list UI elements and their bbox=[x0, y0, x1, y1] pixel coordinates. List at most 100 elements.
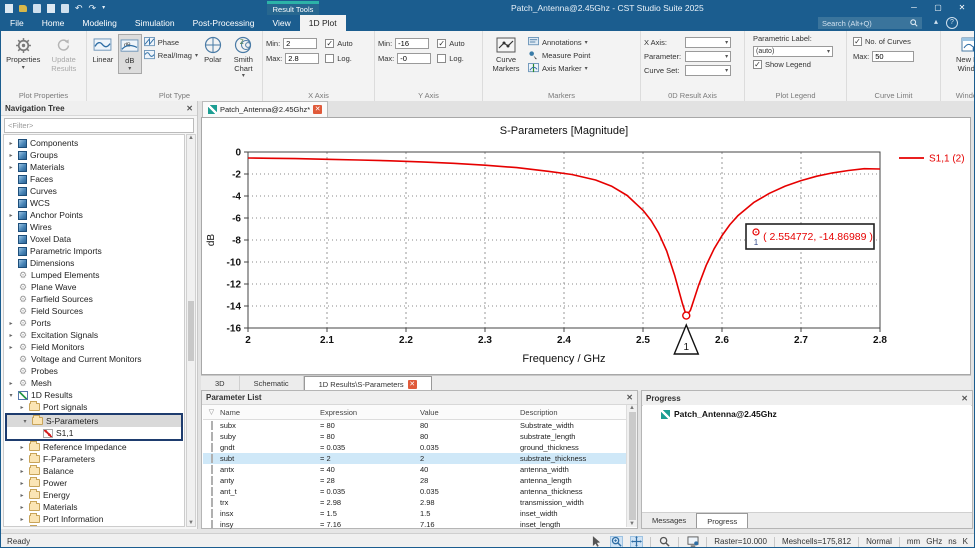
zoom-tool-icon[interactable] bbox=[658, 536, 671, 548]
tree-item-lumped-elements[interactable]: ⚙ Lumped Elements bbox=[4, 269, 184, 281]
export-icon[interactable] bbox=[61, 3, 69, 13]
view-tab-3d[interactable]: 3D bbox=[201, 376, 240, 391]
tree-item-curves[interactable]: Curves bbox=[4, 185, 184, 197]
parameter-row-ant-t[interactable]: ant_t = 0.035 0.035 antenna_thickness bbox=[203, 486, 636, 497]
tree-item-probes[interactable]: ⚙ Probes bbox=[4, 365, 184, 377]
tab-patch-antenna[interactable]: Patch_Antenna@2.45Ghz* ✕ bbox=[202, 101, 329, 117]
open-file-icon[interactable] bbox=[19, 4, 27, 12]
undo-icon[interactable]: ↶ bbox=[75, 3, 83, 13]
update-results-button[interactable]: Update Results bbox=[45, 34, 84, 73]
smith-chart-button[interactable]: Z Smith Chart ▾ bbox=[228, 34, 259, 80]
progress-tab-progress[interactable]: Progress bbox=[696, 513, 749, 528]
menu-tab-home[interactable]: Home bbox=[33, 15, 74, 31]
search-input[interactable]: Search (Alt+Q) bbox=[818, 17, 922, 29]
qat-more-icon[interactable]: ▾ bbox=[102, 3, 105, 13]
x-max-input[interactable] bbox=[285, 53, 320, 64]
menu-tab-modeling[interactable]: Modeling bbox=[73, 15, 126, 31]
show-legend-checkbox[interactable]: ✓ Show Legend bbox=[753, 60, 811, 69]
tree-item-balance[interactable]: ▸ Balance bbox=[4, 465, 184, 477]
pan-tool-icon[interactable] bbox=[630, 535, 644, 547]
parameter-row-insy[interactable]: insy = 7.16 7.16 inset_length bbox=[203, 519, 636, 530]
parametric-label-select[interactable]: (auto) ▾ bbox=[753, 46, 833, 57]
tree-item-power[interactable]: ▸ Power bbox=[4, 477, 184, 489]
menu-tab-post-processing[interactable]: Post-Processing bbox=[184, 15, 264, 31]
column-header-expression[interactable]: Expression bbox=[317, 408, 417, 417]
view-tab-schematic[interactable]: Schematic bbox=[240, 376, 304, 391]
tree-item-mesh[interactable]: ▸ ⚙ Mesh bbox=[4, 377, 184, 389]
0d-curve-set-select[interactable]: ▾ bbox=[685, 65, 732, 76]
x-auto-checkbox[interactable]: ✓ Auto bbox=[325, 39, 353, 48]
curve-markers-button[interactable]: Curve Markers bbox=[486, 34, 526, 73]
column-header-value[interactable]: Value bbox=[417, 408, 517, 417]
parameter-row-anty[interactable]: anty = 28 28 antenna_length bbox=[203, 475, 636, 486]
0d-x-axis-select[interactable]: ▾ bbox=[685, 37, 732, 48]
tree-item-energy[interactable]: ▸ Energy bbox=[4, 489, 184, 501]
parameter-row-trx[interactable]: trx = 2.98 2.98 transmission_width bbox=[203, 497, 636, 508]
close-tab-icon[interactable]: ✕ bbox=[407, 379, 417, 389]
x-min-input[interactable] bbox=[283, 38, 318, 49]
measure-point-button[interactable]: Measure Point bbox=[528, 50, 590, 60]
tree-item-s-parameters[interactable]: ▾ S-Parameters bbox=[7, 415, 181, 427]
parameter-row-subt[interactable]: subt = 2 2 substrate_thickness bbox=[203, 453, 636, 464]
tree-item-faces[interactable]: Faces bbox=[4, 173, 184, 185]
y-auto-checkbox[interactable]: ✓ Auto bbox=[437, 39, 465, 48]
x-log-checkbox[interactable]: Log. bbox=[325, 54, 352, 63]
tree-item-parametric-imports[interactable]: Parametric Imports bbox=[4, 245, 184, 257]
linear-button[interactable]: Linear bbox=[90, 34, 116, 65]
parameter-row-subx[interactable]: subx = 80 80 Substrate_width bbox=[203, 420, 636, 431]
save-all-icon[interactable] bbox=[47, 3, 55, 13]
tree-item-wires[interactable]: Wires bbox=[4, 221, 184, 233]
new-plot-window-button[interactable]: New Plot Window bbox=[945, 34, 974, 73]
parameter-row-gndt[interactable]: gndt = 0.035 0.035 ground_thickness bbox=[203, 442, 636, 453]
fit-view-icon[interactable] bbox=[686, 536, 699, 548]
y-max-input[interactable] bbox=[397, 53, 432, 64]
column-header-description[interactable]: Description bbox=[517, 408, 625, 417]
tree-item-components[interactable]: ▸ Components bbox=[4, 137, 184, 149]
no-of-curves-checkbox[interactable]: ✓ No. of Curves bbox=[853, 37, 911, 46]
new-file-icon[interactable] bbox=[5, 3, 13, 13]
tree-item-field-sources[interactable]: ⚙ Field Sources bbox=[4, 305, 184, 317]
axis-marker-button[interactable]: Axis Marker ▾ bbox=[528, 63, 590, 73]
parameter-row-antx[interactable]: antx = 40 40 antenna_width bbox=[203, 464, 636, 475]
tree-item-port-information[interactable]: ▸ Port Information bbox=[4, 513, 184, 525]
parameter-row-insx[interactable]: insx = 1.5 1.5 inset_width bbox=[203, 508, 636, 519]
tree-item-efficiencies[interactable]: ▸Efficiencies bbox=[4, 525, 184, 526]
phase-button[interactable]: Phase bbox=[143, 37, 198, 47]
annotations-button[interactable]: Annotations ▾ bbox=[528, 37, 590, 47]
0d-parameter-select[interactable]: ▾ bbox=[685, 51, 732, 62]
curve-minimum-marker[interactable] bbox=[682, 311, 691, 320]
help-icon[interactable]: ? bbox=[946, 17, 958, 29]
close-button[interactable]: ✕ bbox=[950, 1, 974, 14]
tree-item-voxel-data[interactable]: Voxel Data bbox=[4, 233, 184, 245]
menu-tab-file[interactable]: File bbox=[1, 15, 33, 31]
filter-funnel-icon[interactable]: ▽ bbox=[203, 408, 217, 416]
save-icon[interactable] bbox=[33, 3, 41, 13]
tree-item-s1-1[interactable]: S1,1 bbox=[7, 427, 181, 439]
tree-item-voltage-and-current-monitors[interactable]: ⚙ Voltage and Current Monitors bbox=[4, 353, 184, 365]
menu-tab-1d-plot[interactable]: 1D Plot bbox=[299, 15, 346, 31]
tree-item-field-monitors[interactable]: ▸ ⚙ Field Monitors bbox=[4, 341, 184, 353]
tree-item-port-signals[interactable]: ▸ Port signals bbox=[4, 401, 184, 413]
menu-tab-view[interactable]: View bbox=[263, 15, 299, 31]
tree-item-excitation-signals[interactable]: ▸ ⚙ Excitation Signals bbox=[4, 329, 184, 341]
y-min-input[interactable] bbox=[395, 38, 430, 49]
search-icon[interactable] bbox=[910, 19, 918, 27]
close-icon[interactable]: ✕ bbox=[186, 104, 193, 113]
view-tab-1d-results-s-parameters[interactable]: 1D Results\S-Parameters ✕ bbox=[303, 376, 432, 391]
db-button[interactable]: dB dB ▾ bbox=[117, 34, 142, 74]
zoom-in-tool-icon[interactable] bbox=[610, 535, 624, 547]
tree-item-farfield-sources[interactable]: ⚙ Farfield Sources bbox=[4, 293, 184, 305]
tree-item-1d-results[interactable]: ▾ 1D Results bbox=[4, 389, 184, 401]
collapse-ribbon-icon[interactable]: ▴ bbox=[934, 17, 938, 26]
properties-button[interactable]: Properties ▾ bbox=[4, 34, 43, 72]
cursor-tool-icon[interactable] bbox=[590, 536, 603, 548]
tree-item-f-parameters[interactable]: ▸ F-Parameters bbox=[4, 453, 184, 465]
tree-item-groups[interactable]: ▸ Groups bbox=[4, 149, 184, 161]
tree-item-plane-wave[interactable]: ⚙ Plane Wave bbox=[4, 281, 184, 293]
column-header-name[interactable]: Name bbox=[217, 408, 317, 417]
real-imag-button[interactable]: Real/Imag ▾ bbox=[143, 50, 198, 60]
maximize-button[interactable]: ▢ bbox=[926, 1, 950, 14]
tree-item-materials[interactable]: ▸ Materials bbox=[4, 161, 184, 173]
tree-item-reference-impedance[interactable]: ▸ Reference Impedance bbox=[4, 441, 184, 453]
tree-scrollbar[interactable]: ▲ ▼ bbox=[186, 134, 196, 527]
